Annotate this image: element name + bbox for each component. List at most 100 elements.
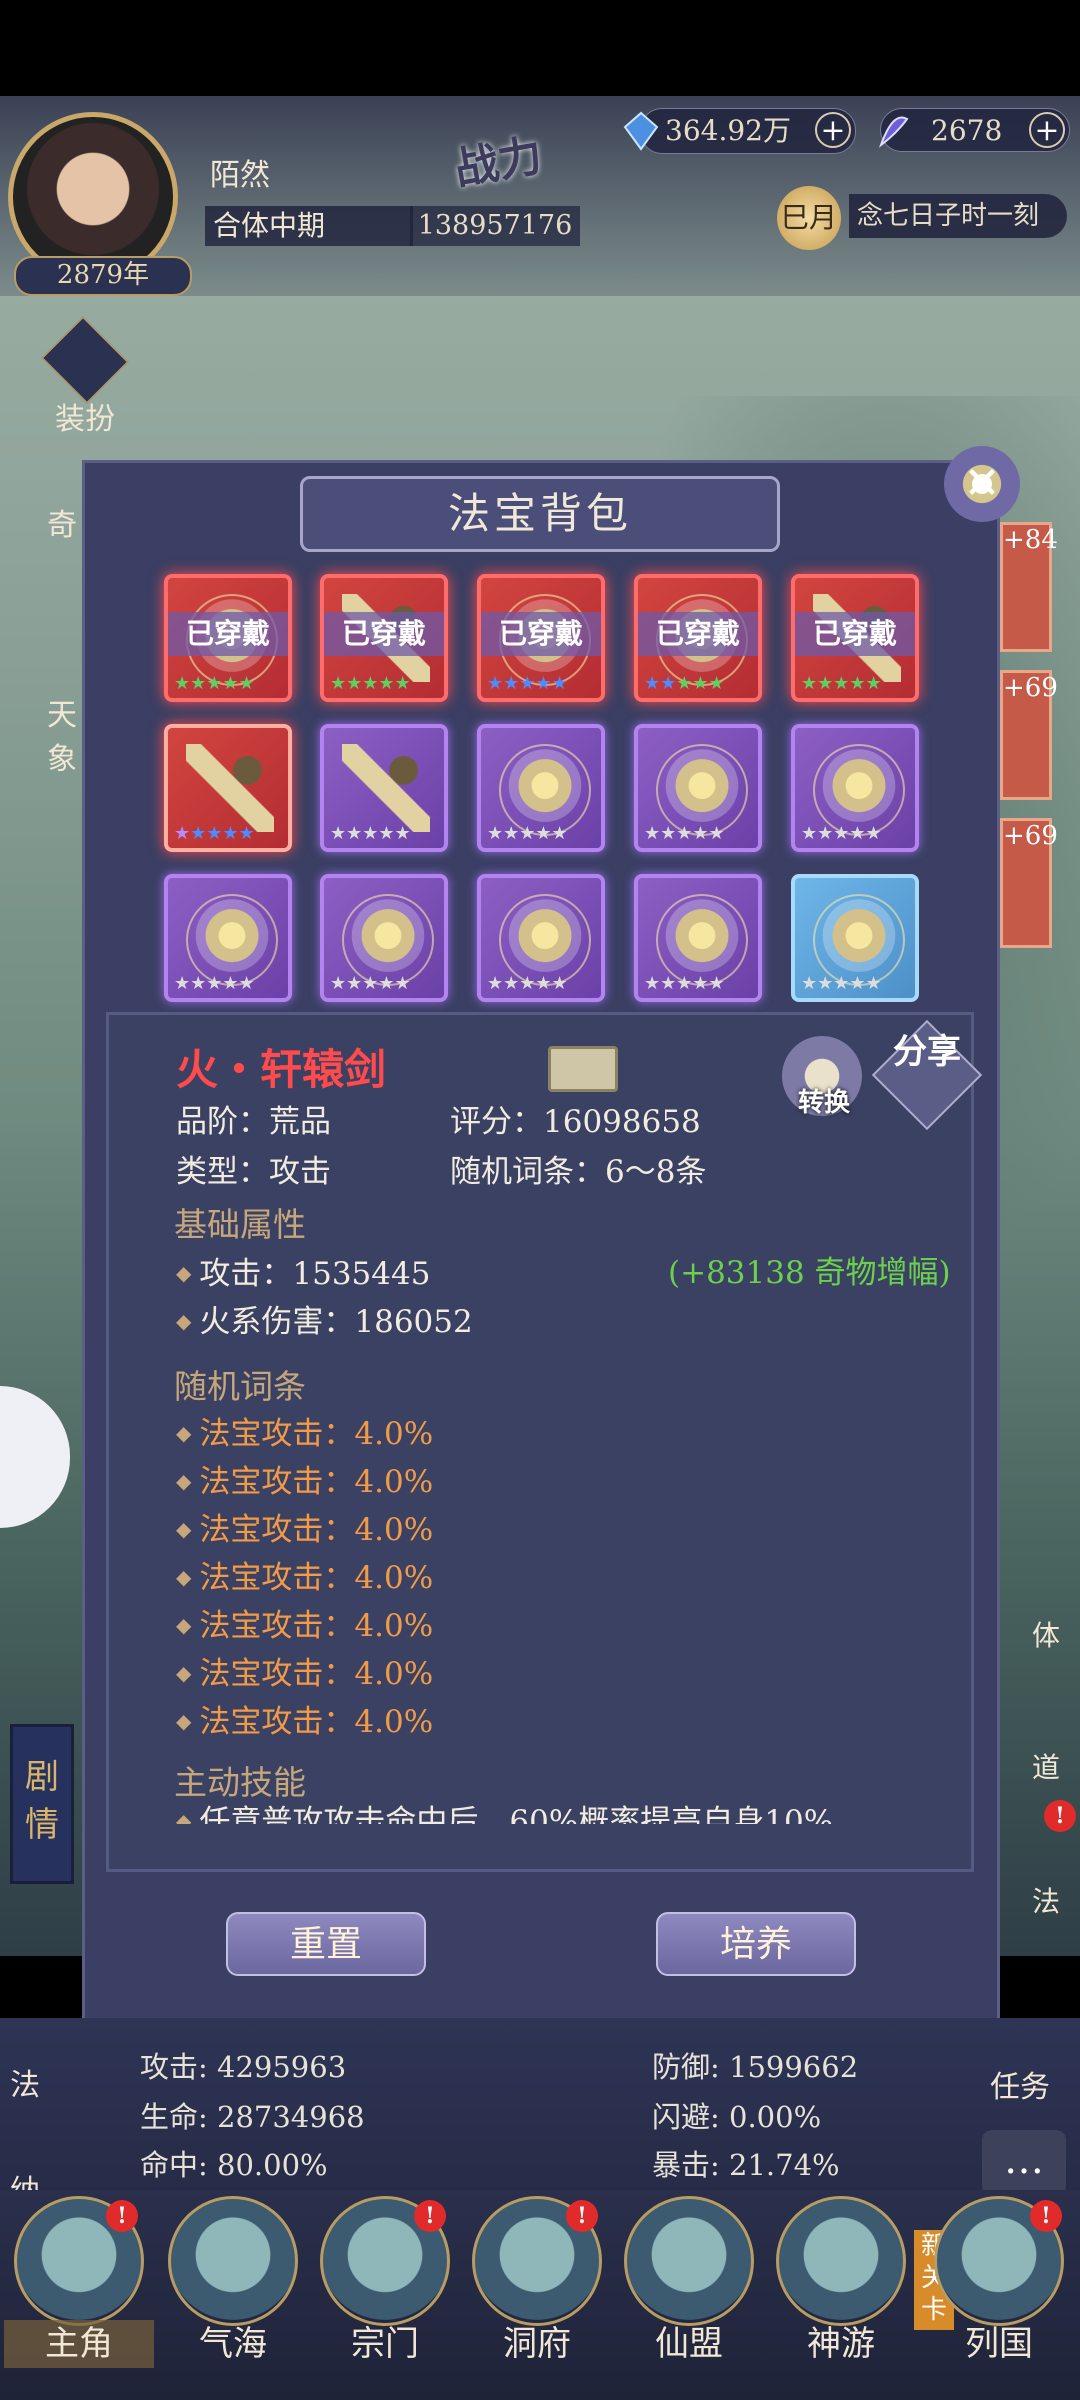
convert-button-label[interactable]: 转换 (784, 1082, 864, 1119)
player-realm: 合体中期 (205, 206, 413, 246)
star-rating: ★★★★★ (487, 973, 568, 994)
treasure-slot-12[interactable]: ★★★★★ (320, 874, 448, 1002)
train-button[interactable]: 培养 (656, 1912, 856, 1976)
calendar[interactable]: 巳月 念七日子时一刻 (717, 186, 1067, 250)
star-rating: ★★★★★ (174, 823, 255, 844)
stat-defense: 防御: 1599662 (652, 2044, 858, 2086)
status-bar (0, 0, 1080, 96)
stat-label: 防御: (652, 2050, 720, 2084)
right-edge-value-1: +84 (1003, 525, 1058, 555)
spirit-stone-counter: 364.92万 + (623, 108, 856, 154)
treasure-slot-14[interactable]: ★★★★★ (634, 874, 762, 1002)
stat-hit: 命中: 80.00% (140, 2142, 328, 2184)
type-row: 类型：攻击 (176, 1146, 331, 1191)
grade-row: 品阶：荒品 (176, 1096, 331, 1141)
treasure-slot-4[interactable]: 已穿戴 ★★★★★ (634, 574, 762, 702)
nav-qihai[interactable]: 气海 (158, 2196, 308, 2386)
treasure-slot-2[interactable]: 已穿戴 ★★★★★ (320, 574, 448, 702)
star-rating: ★★★★★ (487, 673, 568, 694)
active-skill-title: 主动技能 (174, 1763, 306, 1802)
jade-value: 2678 (931, 114, 1003, 147)
right-side-button-2[interactable]: 道 (1000, 1666, 1070, 1784)
right-edge-item-2[interactable]: +69 (1000, 670, 1058, 800)
left-bottom-button-1[interactable]: 法 (10, 2060, 90, 2140)
random-count-value: 6～8条 (605, 1154, 707, 1190)
item-name: 火・轩辕剑 (176, 1045, 387, 1094)
moon-icon: 巳月 (777, 186, 841, 250)
add-spirit-stone-button[interactable]: + (815, 112, 851, 148)
treasure-slot-15[interactable]: ★★★★★ (791, 874, 919, 1002)
left-bottom-label-1: 法 (10, 2068, 40, 2103)
worn-label: 已穿戴 (638, 612, 758, 656)
right-edge-item-3[interactable]: +69 (1000, 818, 1058, 948)
treasure-slot-6-selected[interactable]: ★★★★★ (164, 724, 292, 852)
treasure-slot-9[interactable]: ★★★★★ (634, 724, 762, 852)
treasure-slot-8[interactable]: ★★★★★ (477, 724, 605, 852)
grade-label: 品阶： (176, 1104, 269, 1140)
nav-badge: ! (414, 2200, 446, 2232)
star-rating: ★★★★★ (330, 973, 411, 994)
right-side-label-2: 道 (1031, 1751, 1060, 1784)
reset-button[interactable]: 重置 (226, 1912, 426, 1976)
attr-value: 1535445 (292, 1256, 431, 1292)
nav-label: 宗门 (351, 2324, 419, 2364)
nav-badge: ! (106, 2200, 138, 2232)
nav-wander[interactable]: 神游 (766, 2196, 916, 2386)
random-entry: 法宝攻击：4.0% (176, 1408, 433, 1453)
stat-label: 闪避: (652, 2100, 720, 2134)
treasure-art (186, 744, 274, 832)
dress-up-button[interactable]: 装扮 (30, 316, 140, 437)
treasure-slot-7[interactable]: ★★★★★ (320, 724, 448, 852)
right-side-button-1[interactable]: 体 (1000, 1530, 1070, 1652)
story-button[interactable]: 剧情 (10, 1724, 74, 1884)
bonus-text: (+83138 奇物增幅) (668, 1255, 951, 1291)
treasure-slot-13[interactable]: ★★★★★ (477, 874, 605, 1002)
type-label: 类型： (176, 1154, 269, 1190)
stat-value: 1599662 (729, 2050, 859, 2084)
stat-label: 生命: (140, 2100, 208, 2134)
story-label: 剧情 (25, 1757, 59, 1845)
nav-alliance[interactable]: 仙盟 (614, 2196, 764, 2386)
left-menu-label-3: 天象 (47, 698, 77, 777)
random-entry: 法宝攻击：4.0% (176, 1600, 433, 1645)
score-row: 评分：16098658 (450, 1096, 701, 1141)
random-entry: 法宝攻击：4.0% (176, 1504, 433, 1549)
alliance-icon (624, 2196, 754, 2326)
treasure-slot-11[interactable]: ★★★★★ (164, 874, 292, 1002)
worn-label: 已穿戴 (795, 612, 915, 656)
treasure-slot-5[interactable]: 已穿戴 ★★★★★ (791, 574, 919, 702)
close-button[interactable]: ✕ (944, 446, 1020, 522)
base-attack-row: 攻击：1535445 (176, 1248, 430, 1293)
star-rating: ★★★★★ (801, 823, 882, 844)
star-rating: ★★★★★ (644, 973, 725, 994)
task-button[interactable]: 任务 (990, 2062, 1050, 2106)
add-jade-button[interactable]: + (1029, 112, 1065, 148)
nav-label: 列国 (965, 2324, 1033, 2364)
stat-dodge: 闪避: 0.00% (652, 2094, 821, 2136)
stat-hp: 生命: 28734968 (140, 2094, 365, 2136)
star-rating: ★★★★★ (330, 823, 411, 844)
treasure-slot-10[interactable]: ★★★★★ (791, 724, 919, 852)
worn-label: 已穿戴 (481, 612, 601, 656)
nav-label: 气海 (199, 2324, 267, 2364)
left-menu-item-2[interactable]: 奇 (40, 500, 84, 610)
chest-icon[interactable] (548, 1046, 618, 1092)
close-icon: ✕ (963, 458, 1001, 509)
stat-label: 命中: (140, 2148, 208, 2182)
treasure-slot-3[interactable]: 已穿戴 ★★★★★ (477, 574, 605, 702)
active-skill-text: 任意普攻攻击命中后，60%概率提高自身10% (176, 1804, 906, 1824)
right-edge-value-3: +69 (1003, 821, 1058, 851)
jade-counter: 2678 + (878, 108, 1070, 152)
stat-value: 21.74% (729, 2148, 840, 2182)
chat-icon: … (1004, 2137, 1044, 2183)
wander-icon (776, 2196, 906, 2326)
chat-button[interactable]: … (982, 2130, 1066, 2196)
random-entry: 法宝攻击：4.0% (176, 1696, 433, 1741)
share-button[interactable]: 分享 (882, 1030, 972, 1120)
stat-value: 80.00% (217, 2148, 328, 2182)
player-age: 2879年 (14, 256, 192, 296)
worn-label: 已穿戴 (324, 612, 444, 656)
spirit-stone-value: 364.92万 (665, 114, 791, 147)
right-edge-item-1[interactable]: +84 (1000, 522, 1058, 652)
treasure-slot-1[interactable]: 已穿戴 ★★★★★ (164, 574, 292, 702)
